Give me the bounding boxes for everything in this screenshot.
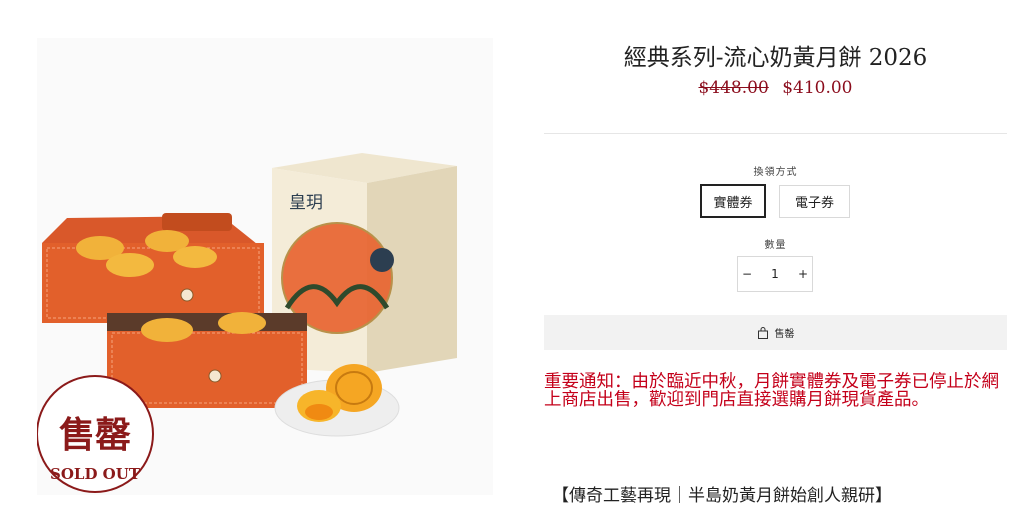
quantity-input[interactable] [756, 257, 794, 291]
sold-out-chinese-text: 售罄 [59, 414, 131, 456]
quantity-decrease-button[interactable]: − [738, 257, 756, 291]
quantity-label: 數量 [764, 240, 787, 251]
option-physical-coupon[interactable]: 實體券 [700, 184, 766, 218]
mooncake-gift-box-illustration: 皇玥 售罄 SOLD OUT [37, 153, 457, 493]
sale-price: $410.00 [782, 78, 853, 98]
sold-out-badge: 售罄 SOLD OUT [37, 375, 154, 493]
option-e-coupon[interactable]: 電子券 [779, 185, 850, 218]
sold-out-button-label: 售罄 [774, 329, 795, 340]
quantity-stepper: − + [737, 256, 813, 292]
sold-out-button[interactable]: 售罄 [544, 315, 1007, 350]
price-row: $448.00 $410.00 [544, 78, 1007, 98]
product-image[interactable]: 皇玥 售罄 SOLD OUT [37, 38, 493, 495]
quantity-increase-button[interactable]: + [794, 257, 812, 291]
sold-out-english-text: SOLD OUT [50, 465, 141, 483]
box-brand-text: 皇玥 [289, 193, 323, 213]
shopping-bag-icon [757, 326, 768, 339]
divider [544, 133, 1007, 134]
original-price: $448.00 [698, 78, 769, 98]
description-heading: 【傳奇工藝再現｜半島奶黃月餅始創人親研】 [552, 486, 892, 506]
product-title: 經典系列-流心奶黃月餅 2026 [623, 45, 928, 71]
redemption-label: 換領方式 [753, 167, 798, 178]
important-notice: 重要通知：由於臨近中秋，月餅實體券及電子券已停止於網上商店出售，歡迎到門店直接選… [544, 372, 999, 410]
